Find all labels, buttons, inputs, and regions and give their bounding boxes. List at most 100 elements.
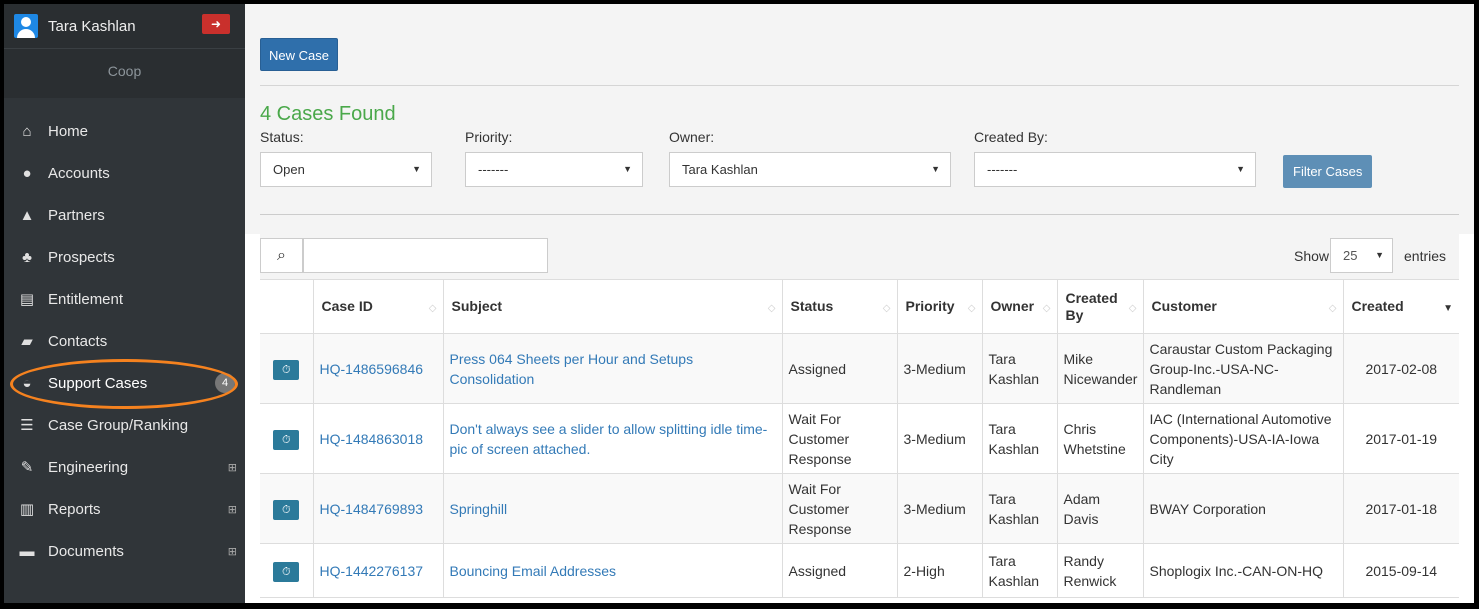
owner-filter-value: Tara Kashlan [682, 162, 758, 177]
cell-subject: Press 064 Sheets per Hour and Setups Con… [442, 333, 782, 404]
book-icon: ▰ [21, 333, 33, 350]
sort-desc-icon: ▼ [1443, 303, 1453, 314]
cell-customer: Caraustar Custom Packaging Group-Inc.-US… [1142, 333, 1343, 404]
column-header-owner[interactable]: Owner ◇ [981, 279, 1057, 334]
sort-icon: ◇ [1328, 303, 1337, 314]
cell-customer: Shoplogix Inc.-CAN-ON-HQ [1142, 543, 1343, 598]
case-id-link[interactable]: HQ-1484863018 [320, 431, 424, 447]
stopwatch-icon[interactable]: ⏱ [273, 359, 300, 380]
cell-created-by: Mike Nicewander [1056, 333, 1143, 404]
expand-icon[interactable]: ⊞ [228, 503, 237, 516]
row-action-cell: ⏱ [260, 403, 313, 474]
column-header-created[interactable]: Created ▼ [1342, 279, 1459, 334]
new-case-button[interactable]: New Case [260, 38, 338, 71]
subject-link[interactable]: Press 064 Sheets per Hour and Setups Con… [450, 351, 694, 387]
stopwatch-icon[interactable]: ⏱ [273, 499, 300, 520]
bell-icon: ♣ [22, 248, 32, 266]
chevron-down-icon: ▼ [1236, 164, 1245, 174]
sidebar-item-label: Contacts [48, 332, 108, 350]
sidebar-item-partners[interactable]: ▲ Partners [4, 194, 245, 236]
table-row: ⏱ HQ-1484769893 Springhill Wait For Custome… [260, 473, 1459, 544]
owner-filter-label: Owner: [669, 129, 715, 145]
cell-priority: 2-High [896, 543, 982, 598]
cell-created: 2017-01-19 [1342, 403, 1459, 474]
bar-chart-icon: ▥ [19, 501, 35, 518]
sidebar-item-prospects[interactable]: ♣ Prospects [4, 236, 245, 278]
chevron-down-icon: ▼ [931, 164, 940, 174]
expand-icon[interactable]: ⊞ [228, 461, 237, 474]
sign-out-icon[interactable]: ➜ [202, 14, 230, 34]
sidebar-item-label: Home [48, 122, 89, 140]
file-icon: ▤ [19, 291, 35, 308]
table-header-row: Case ID ◇ Subject ◇ Status ◇ Priority ◇ Owner ◇ Cr… [260, 279, 1459, 334]
user-bar: Tara Kashlan ➜ [4, 4, 245, 48]
column-header-subject[interactable]: Subject ◇ [442, 279, 782, 334]
cell-priority: 3-Medium [896, 473, 982, 544]
cell-customer: BWAY Corporation [1142, 473, 1343, 544]
row-action-cell: ⏱ [260, 333, 313, 404]
table-row: ⏱ HQ-1486596846 Press 064 Sheets per Hour … [260, 333, 1459, 404]
sidebar-item-case-group-ranking[interactable]: ☰ Case Group/Ranking [4, 404, 245, 446]
case-id-link[interactable]: HQ-1486596846 [320, 361, 424, 377]
cell-case-id: HQ-1486596846 [312, 333, 443, 404]
sidebar-item-reports[interactable]: ▥ Reports ⊞ [4, 488, 245, 530]
user-avatar-icon [14, 14, 38, 38]
created-by-filter-select[interactable]: ------- ▼ [974, 152, 1256, 187]
home-icon: ⌂ [22, 122, 32, 140]
wrench-icon: ✎ [20, 459, 34, 476]
search-input[interactable] [303, 238, 548, 273]
cell-created: 2017-02-08 [1342, 333, 1459, 404]
cell-subject: Don't always see a slider to allow split… [442, 403, 782, 474]
sidebar-item-contacts[interactable]: ▰ Contacts [4, 320, 245, 362]
user-name[interactable]: Tara Kashlan [48, 18, 136, 35]
cell-case-id: HQ-1484769893 [312, 473, 443, 544]
cell-subject: Springhill [442, 473, 782, 544]
subject-link[interactable]: Bouncing Email Addresses [450, 563, 617, 579]
cell-owner: Tara Kashlan [981, 333, 1057, 404]
stopwatch-icon[interactable]: ⏱ [273, 429, 300, 450]
org-name: Coop [4, 48, 245, 98]
column-header-priority[interactable]: Priority ◇ [896, 279, 982, 334]
column-header-created-by[interactable]: Created By ◇ [1056, 279, 1143, 334]
sidebar-item-label: Prospects [48, 248, 115, 266]
sidebar-item-accounts[interactable]: ● Accounts [4, 152, 245, 194]
expand-icon[interactable]: ⊞ [228, 545, 237, 558]
inbox-icon: ◒ [22, 374, 32, 392]
filter-cases-button[interactable]: Filter Cases [1283, 155, 1373, 188]
sidebar-item-label: Entitlement [48, 290, 124, 308]
sidebar-item-label: Case Group/Ranking [48, 416, 189, 434]
created-by-filter-label: Created By: [974, 129, 1048, 145]
cell-priority: 3-Medium [896, 403, 982, 474]
column-header-status[interactable]: Status ◇ [781, 279, 897, 334]
sidebar-item-engineering[interactable]: ✎ Engineering ⊞ [4, 446, 245, 488]
entries-per-page-select[interactable]: 25 ▼ [1330, 238, 1393, 273]
thumbs-up-icon: ▲ [19, 206, 35, 224]
cell-owner: Tara Kashlan [981, 543, 1057, 598]
sidebar-item-documents[interactable]: ▬ Documents ⊞ [4, 530, 245, 572]
column-header-label: Customer [1151, 298, 1217, 314]
subject-link[interactable]: Don't always see a slider to allow split… [450, 421, 768, 457]
search-icon[interactable]: ⌕ [260, 238, 303, 273]
sidebar-item-support-cases[interactable]: ◒ Support Cases 4 [4, 362, 245, 404]
status-filter-select[interactable]: Open ▼ [260, 152, 432, 187]
stopwatch-icon[interactable]: ⏱ [273, 561, 300, 582]
column-header-customer[interactable]: Customer ◇ [1142, 279, 1343, 334]
main-content: New Case 4 Cases Found Status: Open ▼ Pr… [245, 4, 1474, 603]
subject-link[interactable]: Springhill [450, 501, 508, 517]
case-id-link[interactable]: HQ-1442276137 [320, 563, 424, 579]
column-header-case-id[interactable]: Case ID ◇ [312, 279, 443, 334]
cell-case-id: HQ-1442276137 [312, 543, 443, 598]
divider [260, 85, 1459, 86]
table-row: ⏱ HQ-1484863018 Don't always see a slider … [260, 403, 1459, 474]
priority-filter-select[interactable]: ------- ▼ [465, 152, 643, 187]
case-id-link[interactable]: HQ-1484769893 [320, 501, 424, 517]
chevron-down-icon: ▼ [412, 164, 421, 174]
sidebar-item-home[interactable]: ⌂ Home [4, 110, 245, 152]
sort-icon: ◇ [767, 303, 776, 314]
sort-icon: ◇ [1042, 303, 1051, 314]
sidebar-item-label: Accounts [48, 164, 110, 182]
sidebar-item-entitlement[interactable]: ▤ Entitlement [4, 278, 245, 320]
owner-filter-select[interactable]: Tara Kashlan ▼ [669, 152, 951, 187]
priority-filter-value: ------- [478, 162, 509, 177]
cell-status: Assigned [781, 333, 897, 404]
